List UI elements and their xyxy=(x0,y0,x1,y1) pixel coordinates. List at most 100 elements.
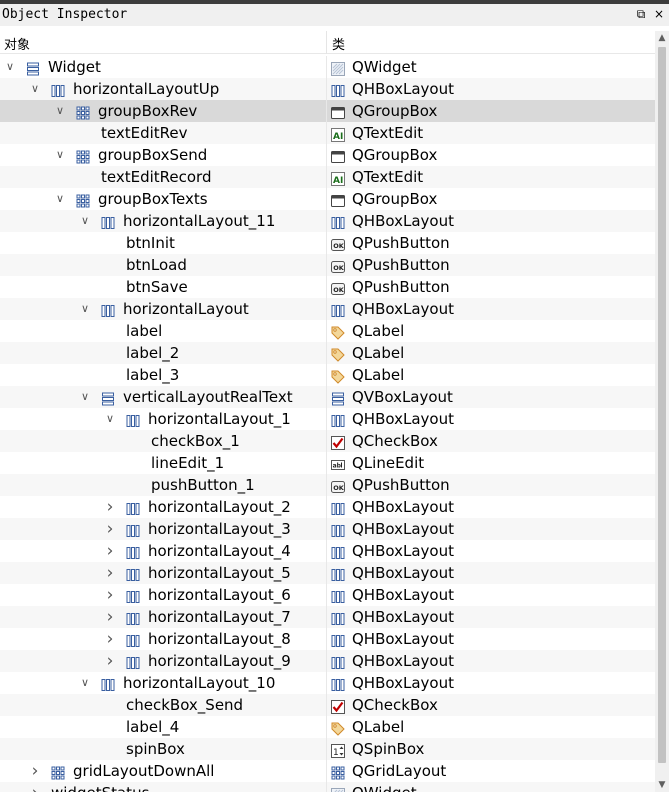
chevron-right-icon[interactable]: › xyxy=(103,562,117,584)
tree-row-groupBoxTexts[interactable]: ∨ groupBoxTexts QGroupBox xyxy=(0,188,655,210)
chevron-down-icon[interactable]: ∨ xyxy=(28,78,42,100)
column-divider xyxy=(326,672,327,694)
column-divider xyxy=(326,254,327,276)
chevron-right-icon[interactable]: › xyxy=(103,584,117,606)
tree-row-checkBox_1[interactable]: checkBox_1 QCheckBox xyxy=(0,430,655,452)
tree-row-label_2[interactable]: label_2 QLabel xyxy=(0,342,655,364)
chevron-right-icon[interactable]: › xyxy=(103,628,117,650)
object-name: horizontalLayout_5 xyxy=(148,564,291,582)
hbox-layout-icon xyxy=(126,654,140,669)
scroll-down-icon[interactable]: ▼ xyxy=(655,778,669,792)
tree-row-textEditRecord[interactable]: textEditRecord AI QTextEdit xyxy=(0,166,655,188)
scroll-up-icon[interactable]: ▲ xyxy=(655,31,669,45)
tree-row-horizontalLayout_4[interactable]: › horizontalLayout_4 QHBoxLayout xyxy=(0,540,655,562)
tree-row-horizontalLayoutUp[interactable]: ∨ horizontalLayoutUp QHBoxLayout xyxy=(0,78,655,100)
class-name: QHBoxLayout xyxy=(352,520,454,538)
tree-header: 对象 类 xyxy=(0,31,655,54)
chevron-right-icon[interactable]: › xyxy=(28,760,42,782)
tree-row-pushButton_1[interactable]: pushButton_1 OK QPushButton xyxy=(0,474,655,496)
chevron-down-icon[interactable]: ∨ xyxy=(78,672,92,694)
hbox-layout-icon xyxy=(51,82,65,97)
close-icon[interactable]: × xyxy=(652,7,666,21)
tree-row-verticalLayoutRealText[interactable]: ∨ verticalLayoutRealText QVBoxLayout xyxy=(0,386,655,408)
chevron-down-icon[interactable]: ∨ xyxy=(78,298,92,320)
hbox-layout-icon xyxy=(331,214,345,229)
groupbox-icon xyxy=(331,148,345,163)
chevron-down-icon[interactable]: ∨ xyxy=(103,408,117,430)
chevron-down-icon[interactable]: ∨ xyxy=(78,386,92,408)
chevron-right-icon[interactable]: › xyxy=(103,650,117,672)
tree-row-horizontalLayout_11[interactable]: ∨ horizontalLayout_11 QHBoxLayout xyxy=(0,210,655,232)
vertical-scrollbar[interactable]: ▲ ▼ xyxy=(655,31,669,792)
tree-row-horizontalLayout_2[interactable]: › horizontalLayout_2 QHBoxLayout xyxy=(0,496,655,518)
tree-row-btnInit[interactable]: btnInit OK QPushButton xyxy=(0,232,655,254)
tree-row-horizontalLayout_8[interactable]: › horizontalLayout_8 QHBoxLayout xyxy=(0,628,655,650)
chevron-down-icon[interactable]: ∨ xyxy=(3,56,17,78)
object-name: btnSave xyxy=(126,278,188,296)
column-divider xyxy=(326,298,327,320)
pushbutton-icon: OK xyxy=(331,236,345,251)
chevron-right-icon[interactable]: › xyxy=(103,496,117,518)
hbox-layout-icon xyxy=(331,522,345,537)
tree-row-btnSave[interactable]: btnSave OK QPushButton xyxy=(0,276,655,298)
chevron-down-icon[interactable]: ∨ xyxy=(53,100,67,122)
tree-row-horizontalLayout_6[interactable]: › horizontalLayout_6 QHBoxLayout xyxy=(0,584,655,606)
hbox-layout-icon xyxy=(126,544,140,559)
class-name: QCheckBox xyxy=(352,432,438,450)
header-separator[interactable] xyxy=(326,31,327,54)
object-name: checkBox_1 xyxy=(151,432,240,450)
chevron-down-icon[interactable]: ∨ xyxy=(53,144,67,166)
tree-row-textEditRev[interactable]: textEditRev AI QTextEdit xyxy=(0,122,655,144)
lineedit-icon: ab xyxy=(331,456,345,470)
tree-row-horizontalLayout_10[interactable]: ∨ horizontalLayout_10 QHBoxLayout xyxy=(0,672,655,694)
chevron-down-icon[interactable]: ∨ xyxy=(78,210,92,232)
tree-row-lineEdit_1[interactable]: lineEdit_1 ab QLineEdit xyxy=(0,452,655,474)
chevron-right-icon[interactable]: › xyxy=(103,540,117,562)
class-name: QHBoxLayout xyxy=(352,564,454,582)
tree-row-horizontalLayout_3[interactable]: › horizontalLayout_3 QHBoxLayout xyxy=(0,518,655,540)
grid-layout-icon xyxy=(331,764,345,780)
chevron-down-icon[interactable]: ∨ xyxy=(53,188,67,210)
object-name: groupBoxRev xyxy=(98,102,198,120)
chevron-right-icon[interactable]: › xyxy=(103,518,117,540)
tree-row-groupBoxRev[interactable]: ∨ groupBoxRev QGroupBox xyxy=(0,100,655,122)
pushbutton-icon: OK xyxy=(331,478,345,493)
tree-row-label_3[interactable]: label_3 QLabel xyxy=(0,364,655,386)
pushbutton-icon: OK xyxy=(331,258,345,273)
object-name: label xyxy=(126,322,163,340)
column-divider xyxy=(326,364,327,386)
tree-row-groupBoxSend[interactable]: ∨ groupBoxSend QGroupBox xyxy=(0,144,655,166)
tree-row-horizontalLayout_5[interactable]: › horizontalLayout_5 QHBoxLayout xyxy=(0,562,655,584)
header-class[interactable]: 类 xyxy=(332,34,345,53)
hbox-layout-icon xyxy=(101,676,115,691)
tree-row-btnLoad[interactable]: btnLoad OK QPushButton xyxy=(0,254,655,276)
tree-row-Widget[interactable]: ∨ Widget QWidget xyxy=(0,56,655,78)
column-divider xyxy=(326,628,327,650)
class-name: QHBoxLayout xyxy=(352,652,454,670)
svg-text:ab: ab xyxy=(333,463,342,470)
hbox-layout-icon xyxy=(101,302,115,317)
column-divider xyxy=(326,320,327,342)
object-name: btnLoad xyxy=(126,256,187,274)
chevron-right-icon[interactable]: › xyxy=(103,606,117,628)
tree-row-horizontalLayout[interactable]: ∨ horizontalLayout QHBoxLayout xyxy=(0,298,655,320)
scroll-thumb[interactable] xyxy=(658,47,666,763)
hbox-layout-icon xyxy=(101,214,115,229)
column-divider xyxy=(326,78,327,100)
tree-row-horizontalLayout_1[interactable]: ∨ horizontalLayout_1 QHBoxLayout xyxy=(0,408,655,430)
tree-row-label[interactable]: label QLabel xyxy=(0,320,655,342)
tree-row-horizontalLayout_9[interactable]: › horizontalLayout_9 QHBoxLayout xyxy=(0,650,655,672)
header-object[interactable]: 对象 xyxy=(4,34,30,53)
chevron-right-icon[interactable]: › xyxy=(28,782,42,792)
object-tree[interactable]: ∨ Widget QWidget ∨ horizontalLayoutUp QHBoxLa… xyxy=(0,56,655,792)
tree-row-spinBox[interactable]: spinBox 1 QSpinBox xyxy=(0,738,655,760)
tree-row-label_4[interactable]: label_4 QLabel xyxy=(0,716,655,738)
checkbox-icon xyxy=(331,434,345,450)
tree-row-widgetStatus[interactable]: › widgetStatus QWidget xyxy=(0,782,655,792)
tree-row-gridLayoutDownAll[interactable]: › gridLayoutDownAll QGridLayout xyxy=(0,760,655,782)
tree-row-horizontalLayout_7[interactable]: › horizontalLayout_7 QHBoxLayout xyxy=(0,606,655,628)
float-icon[interactable]: ⧉ xyxy=(634,7,648,21)
tree-row-checkBox_Send[interactable]: checkBox_Send QCheckBox xyxy=(0,694,655,716)
class-name: QGridLayout xyxy=(352,762,447,780)
class-name: QPushButton xyxy=(352,278,450,296)
